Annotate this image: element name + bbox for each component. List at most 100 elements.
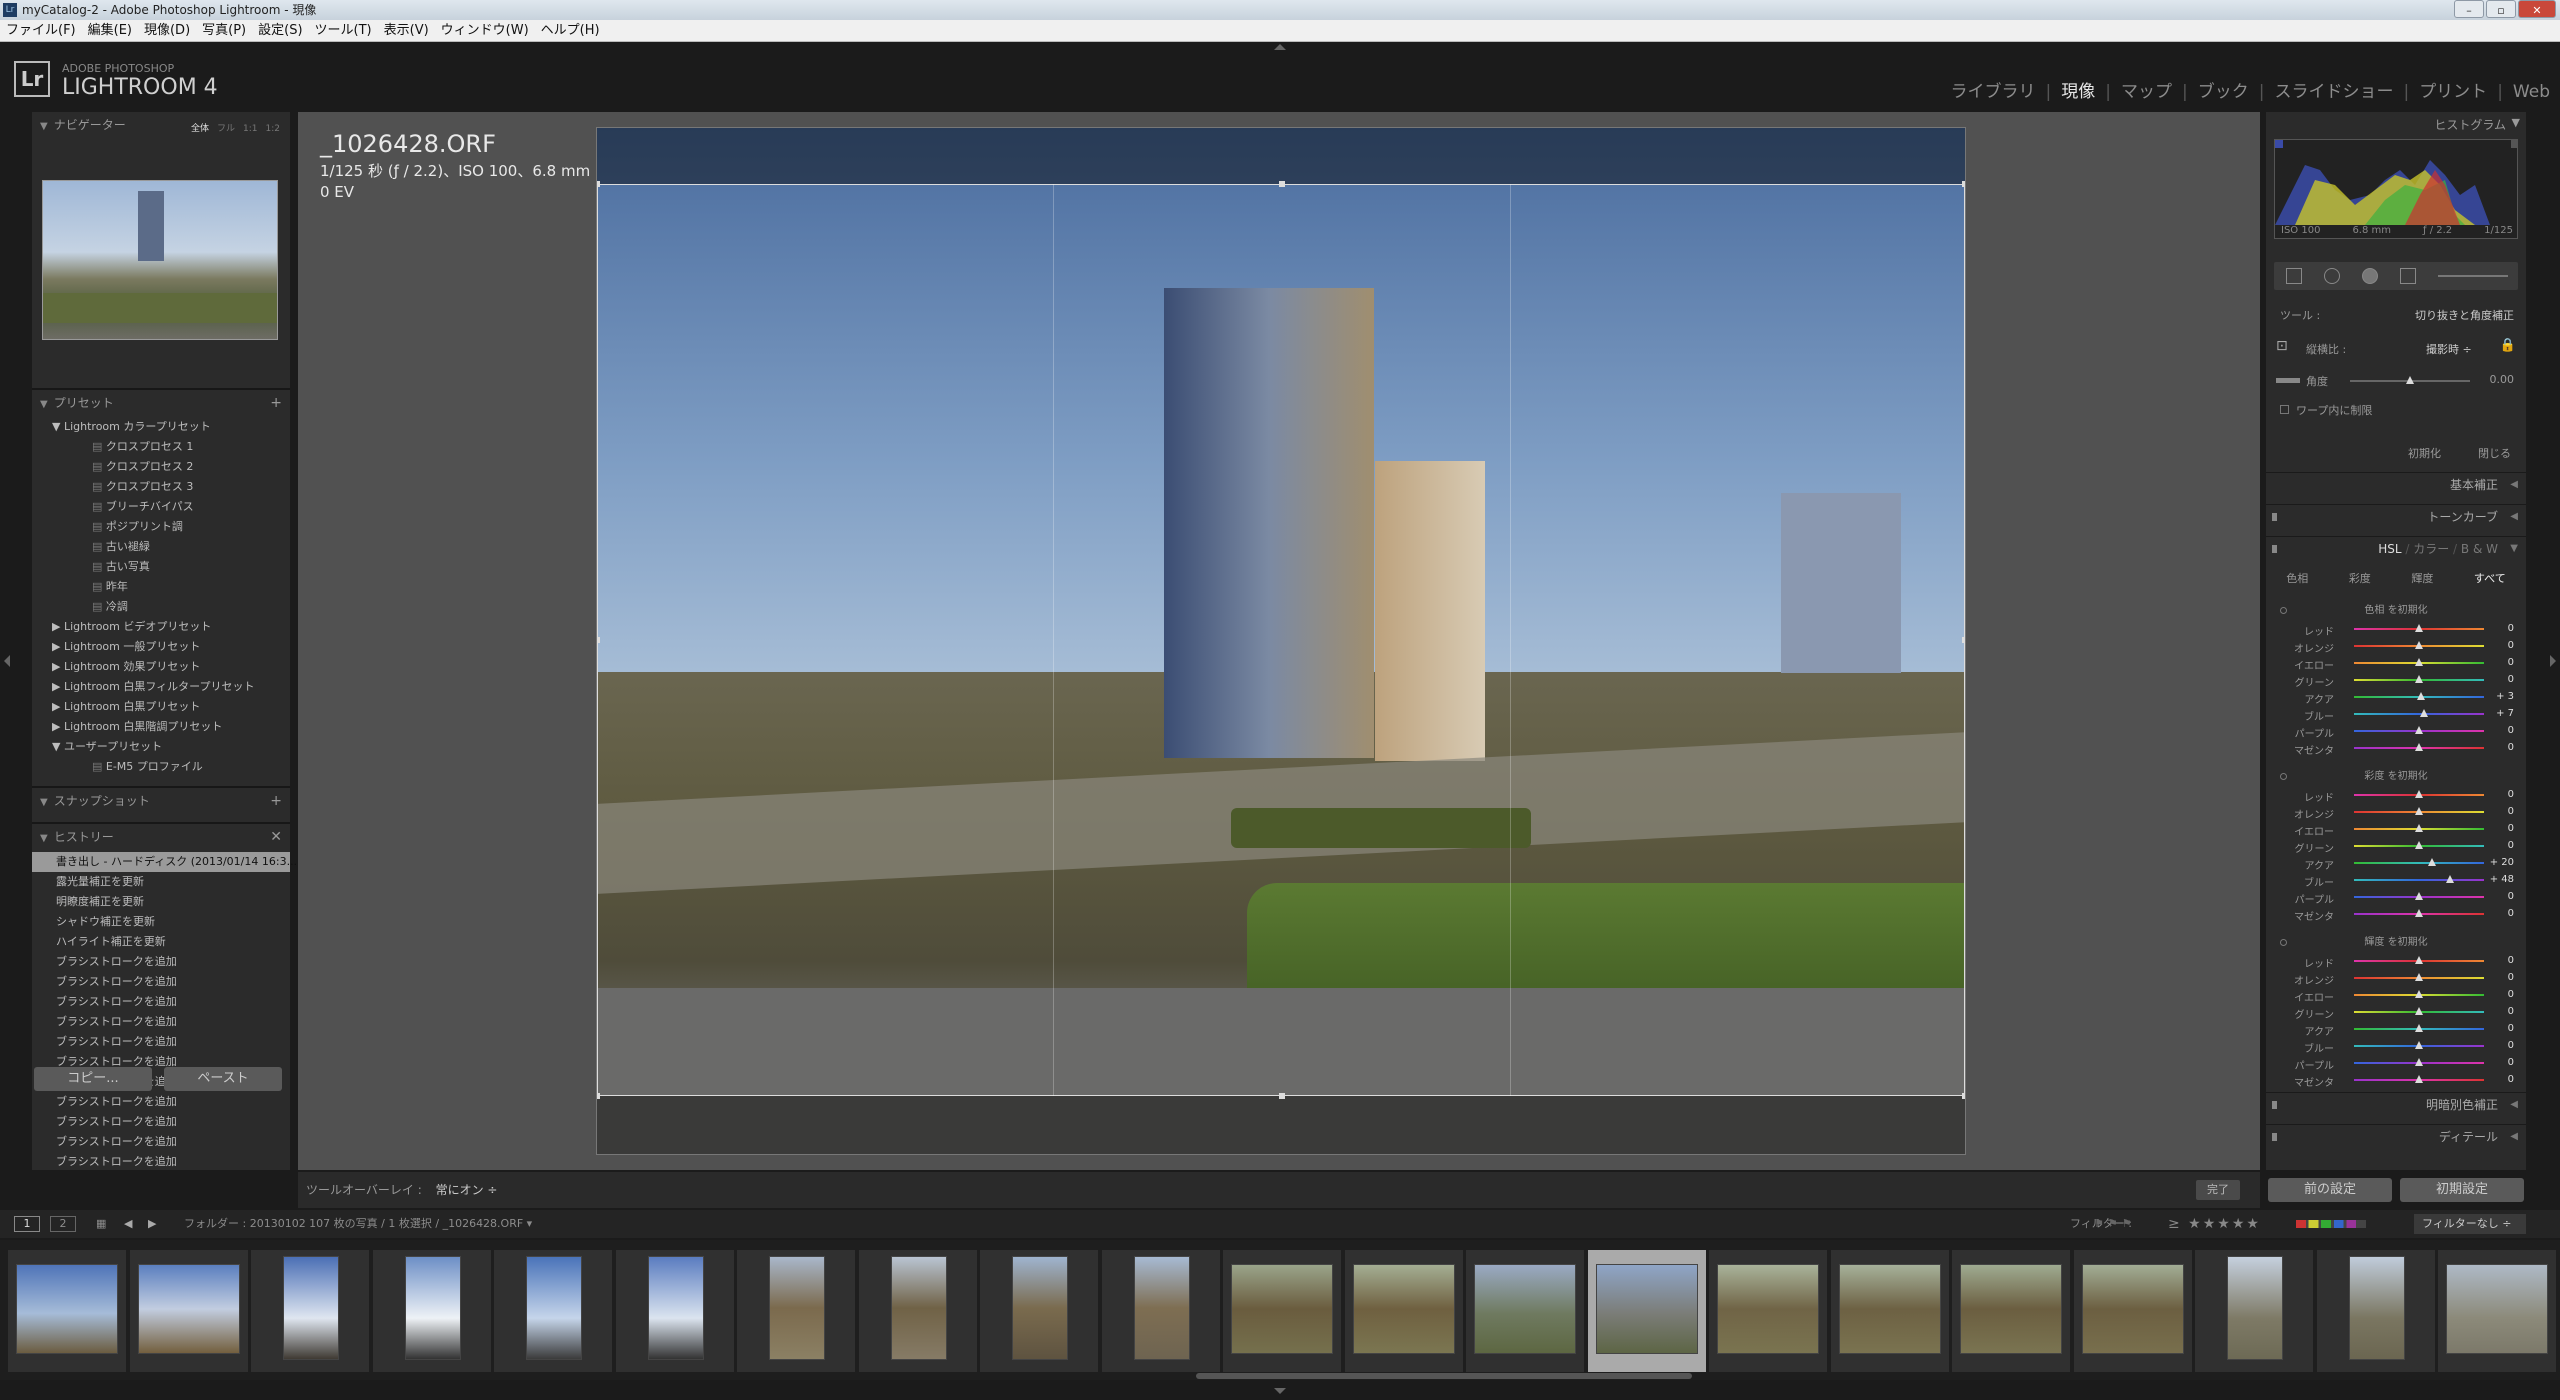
hsl-slider-knob[interactable]: [2415, 824, 2423, 832]
add-preset-icon[interactable]: +: [270, 392, 282, 414]
preset-item[interactable]: ▤ E-M5 プロファイル: [32, 757, 290, 777]
filmstrip-thumbnail[interactable]: [1952, 1250, 2070, 1372]
hsl-slider-knob[interactable]: [2415, 841, 2423, 849]
red-eye-icon[interactable]: [2362, 268, 2378, 284]
flag-filter-icons[interactable]: ⚑⚑⚑: [2094, 1210, 2136, 1238]
history-item[interactable]: ブラシストロークを追加: [32, 1152, 290, 1172]
history-item[interactable]: ブラシストロークを追加: [32, 1092, 290, 1112]
history-header[interactable]: ▼ ヒストリー ✕: [32, 826, 290, 848]
panel-switch-icon[interactable]: [2272, 545, 2277, 553]
rating-filter[interactable]: ≥ ★★★★★: [2168, 1210, 2261, 1238]
navigator-header[interactable]: ▼ ナビゲーター 全体 フル 1:1 1:2: [32, 114, 290, 136]
hsl-tab[interactable]: カラー: [2413, 542, 2449, 556]
hsl-slider-value[interactable]: 0: [2484, 955, 2514, 966]
clear-history-icon[interactable]: ✕: [270, 826, 282, 848]
left-panel-toggle-icon[interactable]: [4, 655, 10, 667]
hsl-slider-value[interactable]: 0: [2484, 1040, 2514, 1051]
menu-item[interactable]: ファイル(F): [6, 20, 76, 42]
hsl-slider-track[interactable]: [2354, 879, 2484, 881]
navigator-mode[interactable]: フル: [217, 124, 235, 134]
hsl-slider-value[interactable]: 0: [2484, 806, 2514, 817]
filmstrip-thumbnail[interactable]: [1587, 1250, 1706, 1372]
presets-header[interactable]: ▼ プリセット +: [32, 392, 290, 414]
hsl-slider-value[interactable]: 0: [2484, 657, 2514, 668]
aspect-select[interactable]: 撮影時 ÷: [2426, 341, 2472, 357]
back-arrow-icon[interactable]: ◀: [124, 1210, 132, 1238]
preset-item[interactable]: ▤ クロスプロセス 2: [32, 457, 290, 477]
hsl-slider-value[interactable]: 0: [2484, 989, 2514, 1000]
crop-handle[interactable]: [1962, 1093, 1965, 1099]
filmstrip-thumbnail[interactable]: [737, 1250, 855, 1372]
hsl-slider-knob[interactable]: [2428, 858, 2436, 866]
hsl-slider-value[interactable]: 0: [2484, 908, 2514, 919]
adjustment-brush-icon[interactable]: [2438, 275, 2508, 277]
targeted-adjust-icon[interactable]: [2280, 939, 2287, 946]
history-item[interactable]: 露光量補正を更新: [32, 872, 290, 892]
primary-window-button[interactable]: 1: [14, 1216, 40, 1232]
hsl-slider-knob[interactable]: [2419, 709, 2428, 717]
menu-item[interactable]: 編集(E): [88, 20, 132, 42]
hsl-section-header[interactable]: HSL / カラー / B & W ▼: [2266, 536, 2526, 560]
preset-item[interactable]: ▤ 冷調: [32, 597, 290, 617]
hsl-slider-knob[interactable]: [2415, 624, 2423, 632]
preset-item[interactable]: ▶ Lightroom 白黒階調プリセット: [32, 717, 290, 737]
tone-curve-section-header[interactable]: トーンカーブ ◀: [2266, 504, 2526, 528]
crop-icon[interactable]: ⊡: [2276, 338, 2288, 354]
copy-settings-button[interactable]: コピー...: [34, 1067, 152, 1091]
angle-slider-knob[interactable]: [2406, 376, 2414, 384]
close-window-button[interactable]: ✕: [2518, 0, 2556, 18]
history-item[interactable]: ハイライト補正を更新: [32, 932, 290, 952]
preset-item[interactable]: ▶ Lightroom 白黒フィルタープリセット: [32, 677, 290, 697]
filmstrip-thumbnail[interactable]: [2195, 1250, 2313, 1372]
module-3[interactable]: ブック: [2198, 82, 2249, 102]
preset-item[interactable]: ▤ クロスプロセス 1: [32, 437, 290, 457]
basic-section-header[interactable]: 基本補正 ◀: [2266, 472, 2526, 496]
preset-item[interactable]: ▶ Lightroom 一般プリセット: [32, 637, 290, 657]
history-item[interactable]: ブラシストロークを追加: [32, 972, 290, 992]
hsl-group-title[interactable]: 彩度 を初期化: [2266, 768, 2526, 786]
navigator-mode[interactable]: 1:2: [266, 124, 280, 134]
preset-item[interactable]: ▼ ユーザープリセット: [32, 737, 290, 757]
hsl-slider-track[interactable]: [2354, 862, 2484, 864]
filmstrip-scrollbar[interactable]: [1196, 1373, 1692, 1379]
angle-value[interactable]: 0.00: [2490, 373, 2515, 386]
filmstrip-thumbnail[interactable]: [1709, 1250, 1827, 1372]
crop-handle[interactable]: [597, 181, 600, 187]
preset-item[interactable]: ▶ Lightroom ビデオプリセット: [32, 617, 290, 637]
hsl-slider-value[interactable]: 0: [2484, 1074, 2514, 1085]
graduated-filter-icon[interactable]: [2400, 268, 2416, 284]
paste-settings-button[interactable]: ペースト: [164, 1067, 282, 1091]
history-item[interactable]: ブラシストロークを追加: [32, 1112, 290, 1132]
filmstrip-thumbnail[interactable]: [494, 1250, 612, 1372]
filmstrip-thumbnail[interactable]: [858, 1250, 977, 1372]
hsl-slider-knob[interactable]: [2415, 1041, 2423, 1049]
tool-overlay-select[interactable]: 常にオン ÷: [436, 1183, 498, 1197]
hsl-slider-knob[interactable]: [2415, 909, 2423, 917]
module-5[interactable]: プリント: [2419, 82, 2487, 102]
add-snapshot-icon[interactable]: +: [270, 790, 282, 812]
crop-close-button[interactable]: 閉じる: [2478, 445, 2511, 461]
previous-settings-button[interactable]: 前の設定: [2268, 1178, 2392, 1202]
filter-preset-select[interactable]: フィルターなし ÷: [2414, 1214, 2526, 1234]
hsl-group-title[interactable]: 輝度 を初期化: [2266, 934, 2526, 952]
crop-handle[interactable]: [1962, 181, 1965, 187]
filmstrip-thumbnail[interactable]: [1830, 1250, 1949, 1372]
hsl-tab[interactable]: HSL: [2378, 542, 2401, 556]
hsl-slider-knob[interactable]: [2415, 956, 2423, 964]
crop-handle[interactable]: [1279, 1093, 1285, 1099]
hsl-tab[interactable]: B & W: [2461, 542, 2498, 556]
filmstrip-thumbnail[interactable]: [615, 1250, 734, 1372]
module-0[interactable]: ライブラリ: [1951, 82, 2036, 102]
image-canvas[interactable]: _1026428.ORF 1/125 秒 (ƒ / 2.2)、ISO 100、6…: [298, 112, 2260, 1170]
preset-item[interactable]: ▤ クロスプロセス 3: [32, 477, 290, 497]
module-1[interactable]: 現像: [2061, 82, 2095, 102]
straighten-tool-icon[interactable]: [2276, 378, 2300, 383]
preset-item[interactable]: ▤ ブリーチバイパス: [32, 497, 290, 517]
hsl-slider-value[interactable]: 0: [2484, 1006, 2514, 1017]
hsl-slider-value[interactable]: + 7: [2484, 708, 2514, 719]
crop-reset-button[interactable]: 初期化: [2408, 445, 2441, 461]
photo-preview[interactable]: [596, 127, 1966, 1155]
menu-item[interactable]: ツール(T): [315, 20, 372, 42]
hsl-slider-knob[interactable]: [2415, 1007, 2423, 1015]
grid-view-icon[interactable]: ▦: [96, 1210, 106, 1238]
